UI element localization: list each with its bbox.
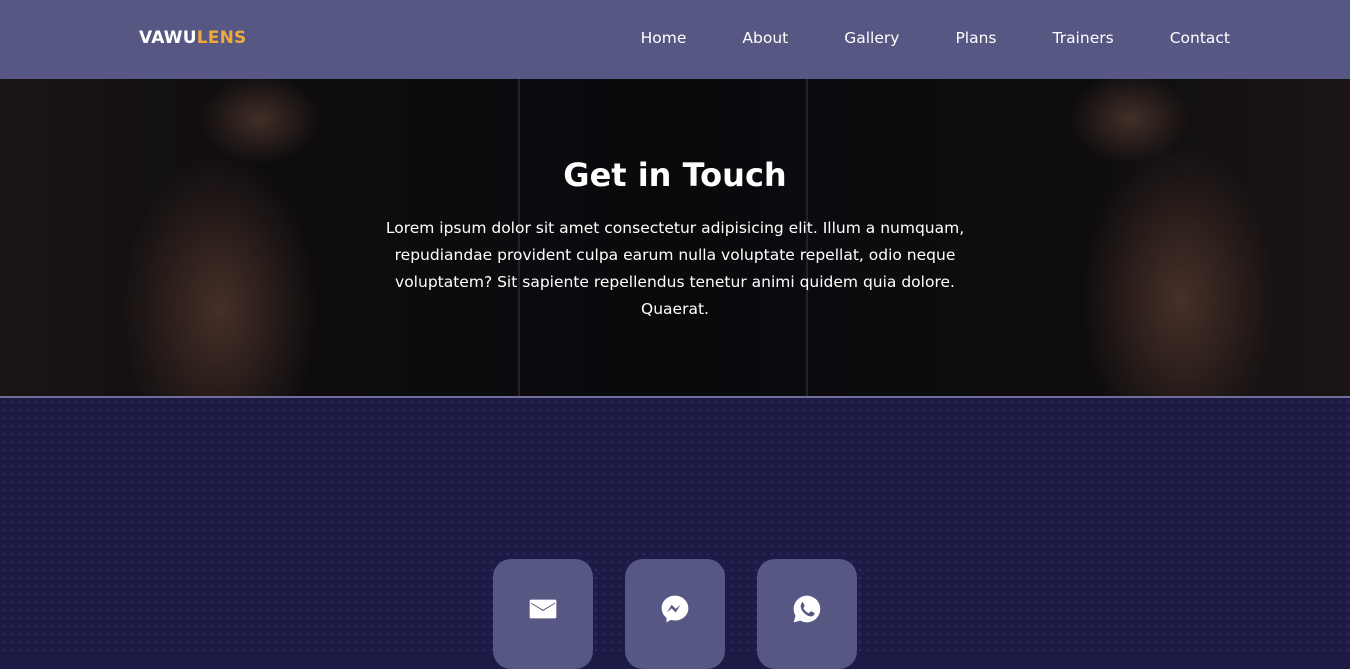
whatsapp-button[interactable] (757, 559, 857, 669)
email-icon (529, 599, 557, 619)
hero-banner: Get in Touch Lorem ipsum dolor sit amet … (0, 79, 1350, 397)
nav-link-contact[interactable]: Contact (1170, 28, 1230, 48)
messenger-button[interactable] (625, 559, 725, 669)
hero-divider (0, 396, 1350, 398)
logo-accent-text: LENS (196, 28, 247, 48)
hero-content: Get in Touch Lorem ipsum dolor sit amet … (375, 79, 975, 323)
nav-link-home[interactable]: Home (641, 28, 687, 48)
nav-link-trainers[interactable]: Trainers (1053, 28, 1114, 48)
nav-link-about[interactable]: About (742, 28, 788, 48)
contact-section (0, 398, 1350, 669)
navbar: VAWULENS Home About Gallery Plans Traine… (0, 0, 1350, 79)
contact-icons (493, 559, 857, 669)
nav-link-plans[interactable]: Plans (955, 28, 996, 48)
hero-description: Lorem ipsum dolor sit amet consectetur a… (385, 219, 965, 318)
email-button[interactable] (493, 559, 593, 669)
whatsapp-icon (793, 595, 821, 623)
logo-text: VAWU (139, 28, 197, 48)
logo[interactable]: VAWULENS (139, 28, 246, 48)
hero-title: Get in Touch (563, 156, 787, 194)
messenger-icon (661, 595, 689, 623)
nav-link-gallery[interactable]: Gallery (844, 28, 899, 48)
nav-links: Home About Gallery Plans Trainers Contac… (585, 28, 1230, 48)
